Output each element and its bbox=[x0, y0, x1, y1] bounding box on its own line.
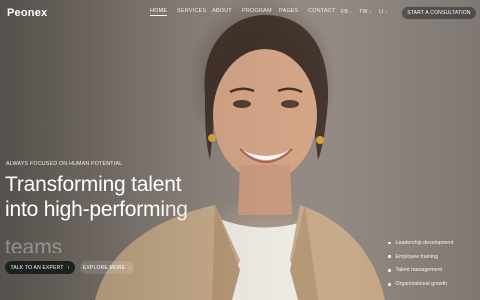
nav-item-about[interactable]: ABOUT bbox=[212, 8, 232, 14]
service-label: Employee training bbox=[395, 253, 438, 260]
nav-item-services[interactable]: SERVICES bbox=[177, 8, 206, 14]
nav-item-contact[interactable]: CONTACT bbox=[308, 8, 336, 14]
headline-line-2-tail: ng bbox=[164, 198, 188, 221]
talk-to-expert-label: TALK TO AN EXPERT bbox=[10, 264, 64, 271]
nav-item-program[interactable]: PROGRAM bbox=[242, 8, 272, 14]
services-list: Leadership development Employee training… bbox=[388, 236, 454, 291]
list-item: Employee training bbox=[388, 250, 454, 264]
headline-line-3: teams bbox=[5, 236, 63, 253]
service-label: Talent management bbox=[395, 267, 443, 274]
explore-more-label: EXPLORE MORE bbox=[82, 264, 126, 271]
social-label-fb: FB bbox=[341, 9, 349, 15]
headline-line-1: Transforming talent bbox=[5, 173, 182, 196]
arrow-right-icon: › bbox=[129, 264, 132, 271]
brand-logo[interactable]: Peonex bbox=[7, 7, 47, 19]
explore-more-button[interactable]: EXPLORE MORE › bbox=[80, 261, 134, 274]
arrow-right-icon: › bbox=[67, 264, 70, 271]
social-link-tw[interactable]: TW › bbox=[359, 9, 371, 15]
arrow-icon: › bbox=[385, 9, 388, 15]
arrow-icon: › bbox=[369, 9, 372, 15]
hero-headline: Transforming talent into high-performing bbox=[5, 172, 188, 222]
bullet-icon bbox=[388, 269, 391, 272]
bullet-icon bbox=[388, 241, 391, 245]
arrow-icon: › bbox=[350, 9, 352, 15]
nav-item-pages[interactable]: PAGES bbox=[279, 8, 299, 14]
service-label: Organizational growth bbox=[395, 281, 448, 288]
bullet-icon bbox=[388, 255, 391, 258]
talk-to-expert-button[interactable]: TALK TO AN EXPERT › bbox=[5, 261, 75, 274]
list-item: Organizational growth bbox=[388, 277, 454, 291]
social-label-tw: TW bbox=[359, 9, 368, 15]
list-item: Talent management bbox=[388, 264, 454, 278]
hero-eyebrow: ALWAYS FOCUSED ON HUMAN POTENTIAL bbox=[6, 161, 123, 167]
start-consultation-button[interactable]: START A CONSULTATION bbox=[401, 6, 477, 20]
social-label-li: LI bbox=[379, 9, 384, 15]
service-label: Leadership development bbox=[395, 239, 454, 246]
bullet-icon bbox=[388, 283, 391, 286]
headline-line-2: into high-performi bbox=[5, 198, 165, 221]
list-item: Leadership development bbox=[388, 236, 454, 250]
nav-item-home[interactable]: HOME bbox=[150, 8, 168, 16]
social-link-fb[interactable]: FB › bbox=[341, 9, 352, 15]
social-link-li[interactable]: LI › bbox=[379, 9, 387, 15]
